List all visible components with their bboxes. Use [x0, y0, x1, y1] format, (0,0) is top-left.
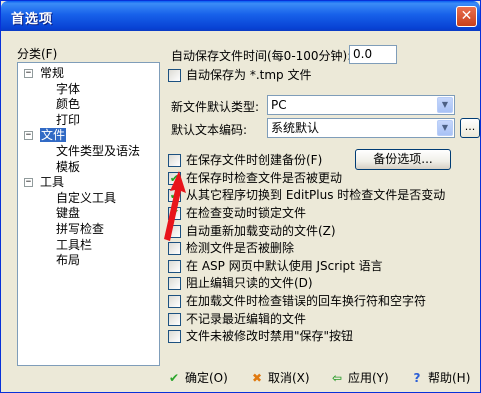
- category-label: 分类(F): [17, 47, 58, 61]
- tree-item[interactable]: 工具栏: [18, 238, 159, 254]
- option-label: 从其它程序切换到 EditPlus 时检查文件是否变动: [186, 188, 446, 202]
- option-label: 检测文件是否被删除: [186, 241, 295, 255]
- option-label: 在保存文件时创建备份(F): [186, 153, 323, 167]
- tree-item[interactable]: − 文件: [18, 128, 159, 144]
- help-question-icon: ?: [413, 371, 421, 385]
- preferences-dialog: 首选项 ✕ 分类(F) − 常规 字体 颜色 打印 − 文件 文件类型及语法 模板 − 工具 自定义工…: [0, 0, 481, 393]
- red-arrow-annotation: [164, 171, 186, 241]
- apply-button[interactable]: ⇦ 应用(Y): [329, 368, 389, 388]
- newfile-type-select[interactable]: PC ▼: [267, 95, 455, 115]
- encoding-select[interactable]: 系统默认 ▼: [267, 118, 455, 138]
- autosave-label: 自动保存文件时间(每0-100分钟):: [171, 49, 352, 63]
- tree-item[interactable]: 字体: [18, 82, 159, 98]
- autosave-tmp-checkbox[interactable]: [168, 69, 181, 82]
- encoding-label: 默认文本编码:: [171, 123, 248, 137]
- option-label: 在加载文件时检查错误的回车换行符和空字符: [186, 294, 427, 308]
- option-checkbox[interactable]: [168, 295, 181, 308]
- cancel-button[interactable]: ✖ 取消(X): [249, 368, 310, 388]
- option-checkbox[interactable]: [168, 330, 181, 343]
- tree-item-label: 键盘: [56, 206, 81, 221]
- option-checkbox[interactable]: [168, 260, 181, 273]
- tree-item[interactable]: 文件类型及语法: [18, 144, 159, 160]
- collapse-icon[interactable]: −: [24, 131, 33, 141]
- option-checkbox[interactable]: [168, 154, 181, 167]
- tree-item-label: 拼写检查: [56, 221, 105, 236]
- tree-item-label: 字体: [56, 81, 81, 96]
- arrow-left-icon: ⇦: [331, 371, 343, 385]
- autosave-tmp-label: 自动保存为 *.tmp 文件: [186, 68, 312, 82]
- collapse-icon[interactable]: −: [24, 69, 33, 78]
- newfile-type-label: 新文件默认类型:: [171, 100, 260, 114]
- option-label: 在检查变动时锁定文件: [186, 206, 307, 220]
- cancel-x-icon: ✖: [251, 371, 263, 385]
- tree-item[interactable]: − 常规: [18, 66, 159, 82]
- autosave-minutes-input[interactable]: 0.0: [349, 45, 397, 64]
- title-bar[interactable]: 首选项 ✕: [1, 1, 480, 31]
- tree-item[interactable]: 布局: [18, 253, 159, 269]
- newfile-type-value: PC: [271, 98, 287, 112]
- tree-item-label: 工具栏: [56, 237, 93, 252]
- tree-item[interactable]: 颜色: [18, 97, 159, 113]
- option-label: 不记录最近编辑的文件: [186, 312, 307, 326]
- tree-item-label: 自定义工具: [56, 190, 117, 205]
- option-label: 在保存时检查文件是否被更动: [186, 171, 343, 185]
- tree-item[interactable]: 拼写检查: [18, 222, 159, 238]
- ok-button[interactable]: ✔ 确定(O): [166, 368, 228, 388]
- tree-item[interactable]: 键盘: [18, 206, 159, 222]
- tree-item-label: 颜色: [56, 97, 81, 112]
- encoding-more-button[interactable]: ...: [460, 118, 480, 138]
- option-label: 自动重新加载变动的文件(Z): [186, 224, 336, 238]
- apply-label: 应用(Y): [348, 371, 389, 385]
- close-button[interactable]: ✕: [456, 6, 477, 27]
- option-label: 文件未被修改时禁用"保存"按钮: [186, 329, 354, 343]
- tree-item[interactable]: 自定义工具: [18, 191, 159, 207]
- checkmark-icon: ✔: [168, 371, 180, 385]
- encoding-value: 系统默认: [271, 121, 320, 135]
- help-label: 帮助(H): [428, 371, 471, 385]
- option-checkbox[interactable]: [168, 277, 181, 290]
- tree-item-label: 文件: [40, 128, 67, 143]
- category-tree[interactable]: − 常规 字体 颜色 打印 − 文件 文件类型及语法 模板 − 工具 自定义工具 键盘 拼写检查 工具栏 布局: [17, 62, 160, 366]
- chevron-down-icon[interactable]: ▼: [437, 97, 453, 113]
- tree-item-label: 常规: [40, 66, 65, 80]
- tree-item[interactable]: − 工具: [18, 175, 159, 191]
- tree-item[interactable]: 打印: [18, 113, 159, 129]
- window-title: 首选项: [11, 12, 54, 27]
- tree-item-label: 模板: [56, 159, 81, 174]
- backup-options-button[interactable]: 备份选项...: [355, 149, 451, 170]
- tree-item[interactable]: 模板: [18, 160, 159, 176]
- collapse-icon[interactable]: −: [24, 178, 33, 188]
- cancel-label: 取消(X): [268, 371, 310, 385]
- option-checkbox[interactable]: [168, 242, 181, 255]
- tree-item-label: 打印: [56, 112, 81, 127]
- tree-item-label: 工具: [40, 175, 65, 190]
- tree-item-label: 布局: [56, 253, 81, 268]
- tree-item-label: 文件类型及语法: [56, 143, 141, 158]
- option-label: 在 ASP 网页中默认使用 JScript 语言: [186, 259, 383, 273]
- ok-label: 确定(O): [185, 371, 228, 385]
- help-button[interactable]: ? 帮助(H): [409, 368, 471, 388]
- option-label: 阻止编辑只读的文件(D): [186, 276, 313, 290]
- chevron-down-icon[interactable]: ▼: [437, 120, 453, 136]
- option-checkbox[interactable]: [168, 313, 181, 326]
